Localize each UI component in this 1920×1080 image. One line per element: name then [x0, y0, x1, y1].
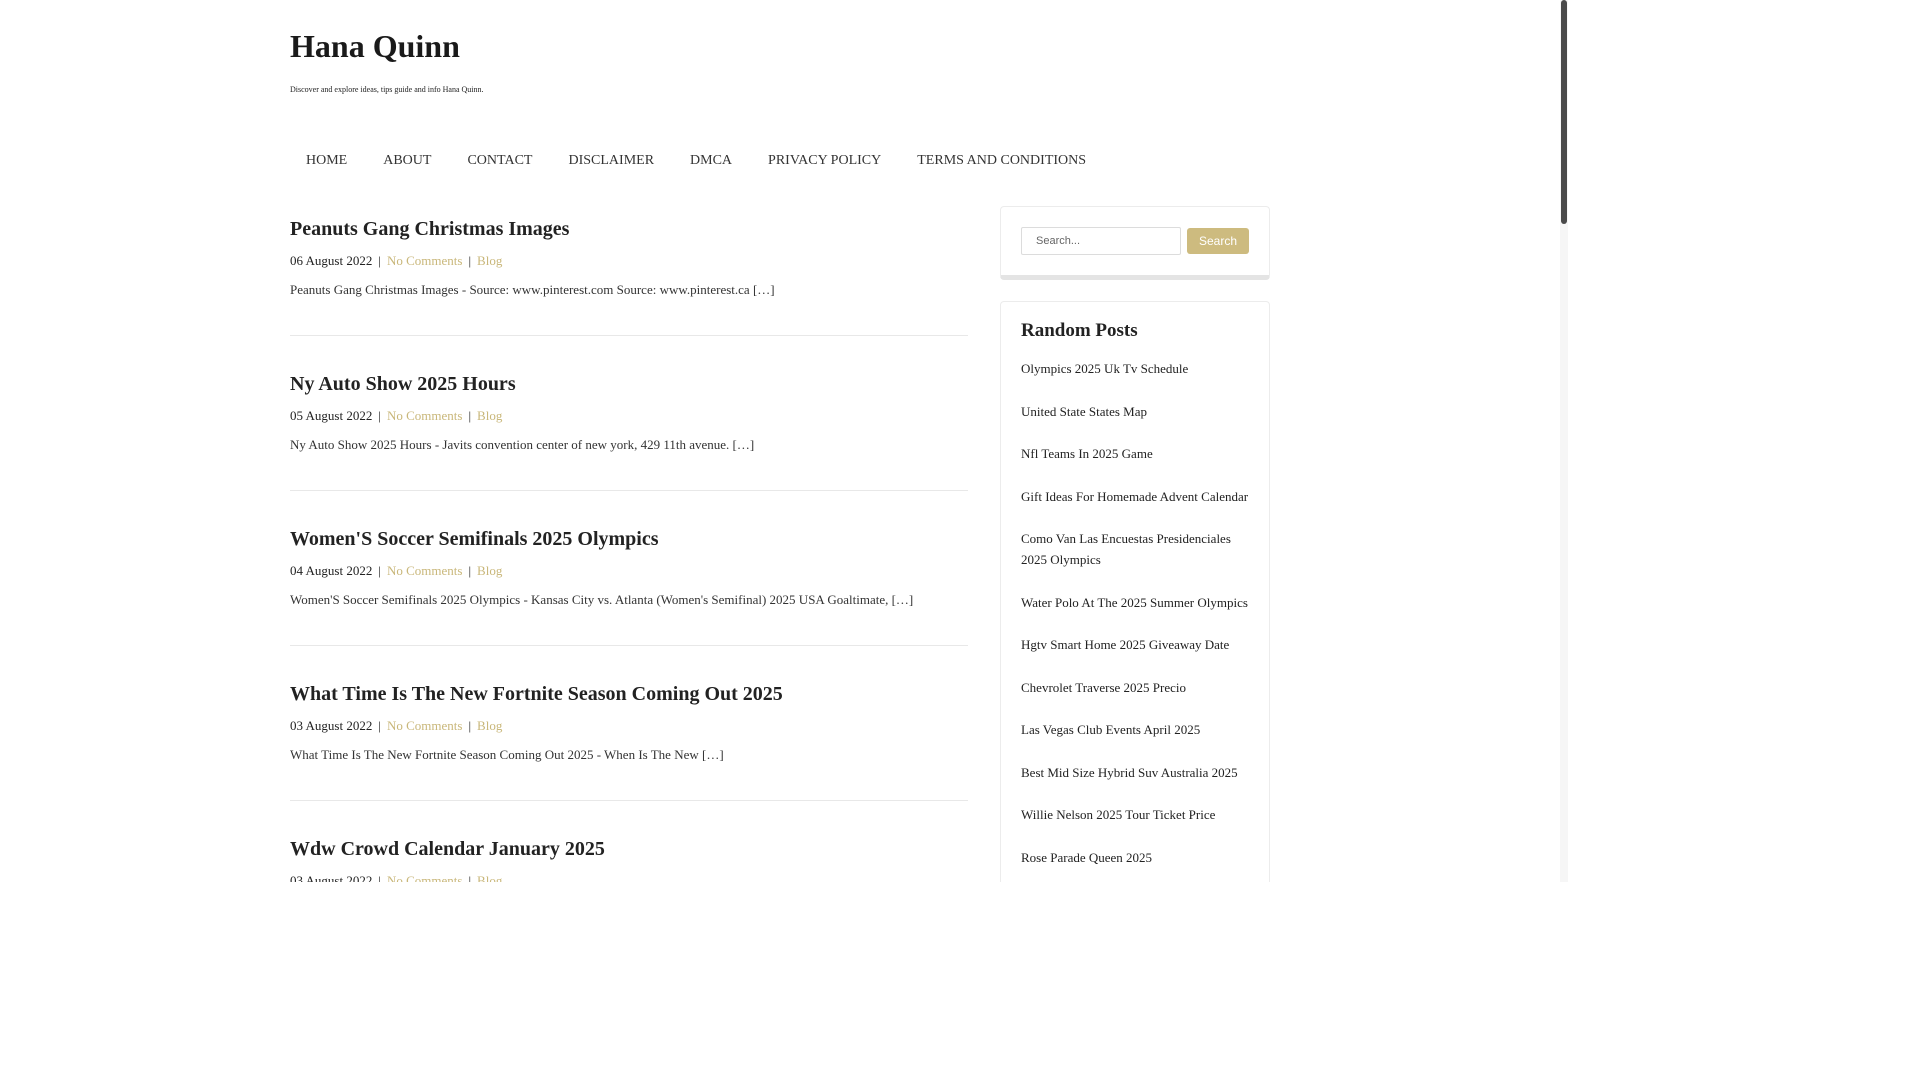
post-item: Ny Auto Show 2025 Hours 05 August 2022 | N… [290, 360, 968, 491]
nav-item-terms-and-conditions[interactable]: TERMS AND CONDITIONS [899, 148, 1104, 174]
post-date: 03 August 2022 [290, 718, 373, 733]
nav-item-dmca[interactable]: DMCA [672, 148, 750, 174]
post-list: Peanuts Gang Christmas Images 06 August … [290, 205, 968, 882]
post-category-link[interactable]: Blog [477, 408, 502, 423]
sidebar: Search Random Posts Olympics 2025 Uk Tv … [1000, 206, 1270, 882]
post-title[interactable]: Peanuts Gang Christmas Images [290, 217, 569, 241]
post-title[interactable]: Women'S Soccer Semifinals 2025 Olympics [290, 527, 659, 551]
post-meta: 03 August 2022 | No Comments | Blog [290, 718, 503, 733]
random-post-link[interactable]: Hgtv Smart Home 2025 Giveaway Date [1021, 634, 1249, 655]
post-date: 06 August 2022 [290, 253, 373, 268]
random-post-link[interactable]: Nfl Teams In 2025 Game [1021, 443, 1249, 464]
random-post-link[interactable]: Olympics 2025 Uk Tv Schedule [1021, 358, 1249, 379]
post-comments-link[interactable]: No Comments [387, 408, 462, 423]
random-post-link[interactable]: Water Polo At The 2025 Summer Olympics [1021, 592, 1249, 613]
search-input[interactable] [1021, 227, 1181, 255]
random-post-link[interactable]: Chevrolet Traverse 2025 Precio [1021, 677, 1249, 698]
post-item: What Time Is The New Fortnite Season Com… [290, 670, 968, 801]
scrollbar-thumb[interactable] [1561, 0, 1567, 224]
nav-item-privacy-policy[interactable]: PRIVACY POLICY [750, 148, 899, 174]
random-post-link[interactable]: United State States Map [1021, 401, 1249, 422]
random-posts-title: Random Posts [1021, 320, 1138, 341]
post-category-link[interactable]: Blog [477, 253, 502, 268]
random-posts-list: Olympics 2025 Uk Tv Schedule United Stat… [1021, 358, 1249, 868]
post-item: Peanuts Gang Christmas Images 06 August … [290, 205, 968, 336]
post-item: Women'S Soccer Semifinals 2025 Olympics … [290, 515, 968, 646]
main-nav: HOME ABOUT CONTACT DISCLAIMER DMCA PRIVA… [290, 148, 1104, 174]
site-title[interactable]: Hana Quinn [290, 26, 460, 66]
page: Hana Quinn Discover and explore ideas, t… [0, 0, 1568, 882]
post-excerpt: Women'S Soccer Semifinals 2025 Olympics … [290, 592, 914, 607]
random-post-link[interactable]: Como Van Las Encuestas Presidenciales 20… [1021, 528, 1249, 570]
post-excerpt: What Time Is The New Fortnite Season Com… [290, 747, 724, 762]
post-excerpt: Peanuts Gang Christmas Images - Source: … [290, 282, 775, 297]
post-comments-link[interactable]: No Comments [387, 563, 462, 578]
nav-item-about[interactable]: ABOUT [365, 148, 449, 174]
search-button[interactable]: Search [1187, 228, 1249, 254]
post-item: Wdw Crowd Calendar January 2025 03 Augus… [290, 825, 968, 882]
random-post-link[interactable]: Best Mid Size Hybrid Suv Australia 2025 [1021, 762, 1249, 783]
post-comments-link[interactable]: No Comments [387, 718, 462, 733]
nav-item-contact[interactable]: CONTACT [449, 148, 550, 174]
random-post-link[interactable]: Las Vegas Club Events April 2025 [1021, 719, 1249, 740]
post-date: 05 August 2022 [290, 408, 373, 423]
random-post-link[interactable]: Gift Ideas For Homemade Advent Calendar [1021, 486, 1249, 507]
post-date: 04 August 2022 [290, 563, 373, 578]
site-description: Discover and explore ideas, tips guide a… [290, 85, 484, 94]
nav-item-disclaimer[interactable]: DISCLAIMER [550, 148, 672, 174]
post-excerpt: Ny Auto Show 2025 Hours - Javits convent… [290, 437, 755, 452]
post-date: 03 August 2022 [290, 873, 373, 882]
search-widget: Search [1000, 206, 1270, 280]
nav-item-home[interactable]: HOME [290, 148, 365, 174]
post-title[interactable]: Wdw Crowd Calendar January 2025 [290, 837, 605, 861]
random-post-link[interactable]: Rose Parade Queen 2025 [1021, 847, 1249, 868]
post-meta: 05 August 2022 | No Comments | Blog [290, 408, 503, 423]
vertical-scrollbar[interactable] [1560, 0, 1568, 882]
post-meta: 03 August 2022 | No Comments | Blog [290, 872, 502, 882]
post-meta: 04 August 2022 | No Comments | Blog [290, 563, 503, 578]
post-title[interactable]: What Time Is The New Fortnite Season Com… [290, 682, 783, 706]
post-category-link[interactable]: Blog [477, 563, 502, 578]
post-comments-link[interactable]: No Comments [387, 253, 462, 268]
post-meta: 06 August 2022 | No Comments | Blog [290, 253, 503, 268]
random-post-link[interactable]: Willie Nelson 2025 Tour Ticket Price [1021, 804, 1249, 825]
post-category-link[interactable]: Blog [477, 873, 502, 882]
random-posts-widget: Random Posts Olympics 2025 Uk Tv Schedul… [1000, 301, 1270, 882]
post-title[interactable]: Ny Auto Show 2025 Hours [290, 372, 516, 396]
post-comments-link[interactable]: No Comments [387, 873, 462, 882]
post-category-link[interactable]: Blog [477, 718, 502, 733]
